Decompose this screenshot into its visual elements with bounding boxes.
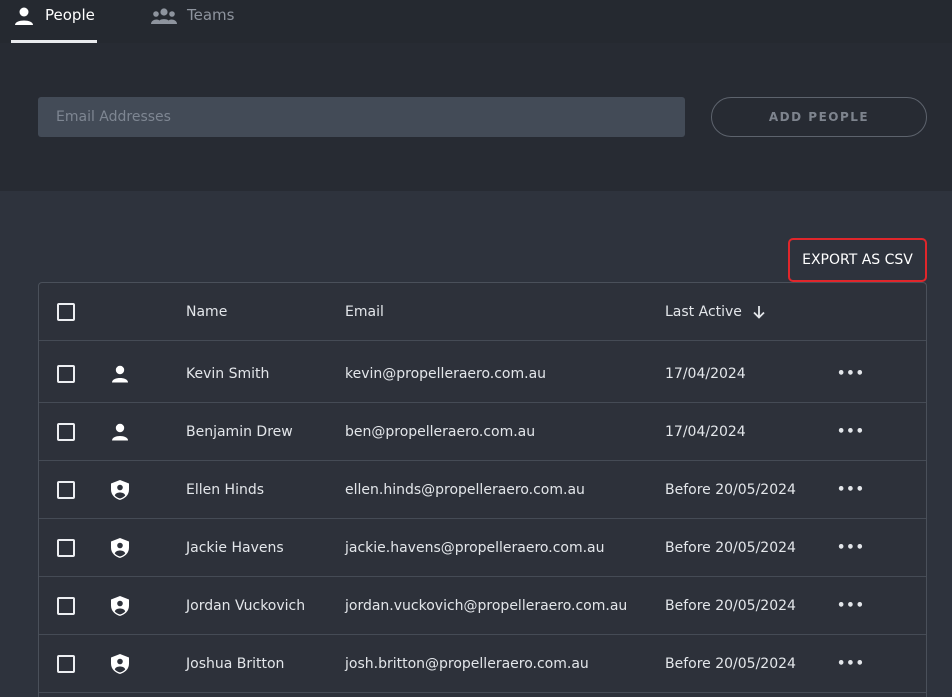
row-checkbox[interactable] (57, 364, 75, 383)
add-people-button[interactable]: ADD PEOPLE (711, 97, 927, 137)
table-row[interactable]: Ellen Hinds ellen.hinds@propelleraero.co… (39, 461, 926, 519)
group-icon (151, 7, 177, 25)
tab-bar: People Teams (0, 0, 952, 43)
shield-user-icon (110, 537, 130, 559)
row-name: Jordan Vuckovich (186, 597, 306, 614)
tab-people-label: People (45, 6, 95, 24)
row-email: kevin@propelleraero.com.au (345, 365, 547, 382)
row-last-active: Before 20/05/2024 (665, 655, 796, 672)
select-all-checkbox[interactable] (57, 302, 75, 321)
row-checkbox[interactable] (57, 538, 75, 557)
add-people-panel: ADD PEOPLE (0, 43, 952, 191)
row-name: Kevin Smith (186, 365, 270, 382)
row-last-active: 17/04/2024 (665, 423, 746, 440)
header-last-active[interactable]: Last Active (665, 304, 742, 320)
row-name: Jackie Havens (186, 539, 284, 556)
table-row[interactable]: Kevin Smith kevin@propelleraero.com.au 1… (39, 345, 926, 403)
person-icon (13, 7, 35, 25)
row-checkbox[interactable] (57, 422, 75, 441)
row-last-active: 17/04/2024 (665, 365, 746, 382)
row-last-active: Before 20/05/2024 (665, 539, 796, 556)
people-table: Name Email Last Active Kevin Smith kevin… (38, 282, 927, 697)
more-options-icon[interactable]: ••• (837, 598, 865, 613)
tab-teams[interactable]: Teams (151, 0, 234, 43)
row-email: ellen.hinds@propelleraero.com.au (345, 481, 585, 498)
tab-people[interactable]: People (11, 0, 97, 43)
row-email: josh.britton@propelleraero.com.au (345, 655, 589, 672)
shield-user-icon (110, 595, 130, 617)
row-checkbox[interactable] (57, 480, 75, 499)
table-row[interactable]: Jordan Vuckovich jordan.vuckovich@propel… (39, 577, 926, 635)
shield-user-icon (110, 653, 130, 675)
row-last-active: Before 20/05/2024 (665, 481, 796, 498)
header-name[interactable]: Name (186, 304, 227, 320)
table-header-row: Name Email Last Active (39, 283, 926, 341)
row-name: Ellen Hinds (186, 481, 265, 498)
row-email: jackie.havens@propelleraero.com.au (345, 539, 605, 556)
person-icon (110, 423, 130, 441)
more-options-icon[interactable]: ••• (837, 366, 865, 381)
more-options-icon[interactable]: ••• (837, 482, 865, 497)
export-csv-button[interactable]: EXPORT AS CSV (788, 238, 927, 282)
row-email: ben@propelleraero.com.au (345, 423, 536, 440)
shield-user-icon (110, 479, 130, 501)
sort-arrow-down-icon[interactable] (751, 304, 767, 320)
table-row[interactable]: Benjamin Drew ben@propelleraero.com.au 1… (39, 403, 926, 461)
row-checkbox[interactable] (57, 596, 75, 615)
row-last-active: Before 20/05/2024 (665, 597, 796, 614)
more-options-icon[interactable]: ••• (837, 656, 865, 671)
row-email: jordan.vuckovich@propelleraero.com.au (345, 597, 628, 614)
email-addresses-input[interactable] (38, 97, 685, 137)
row-checkbox[interactable] (57, 654, 75, 673)
more-options-icon[interactable]: ••• (837, 424, 865, 439)
tab-teams-label: Teams (187, 6, 235, 24)
header-email[interactable]: Email (345, 304, 384, 320)
table-row[interactable]: Jackie Havens jackie.havens@propelleraer… (39, 519, 926, 577)
table-row[interactable]: Joshua Britton josh.britton@propelleraer… (39, 635, 926, 693)
row-name: Joshua Britton (186, 655, 285, 672)
person-icon (110, 365, 130, 383)
more-options-icon[interactable]: ••• (837, 540, 865, 555)
row-name: Benjamin Drew (186, 423, 293, 440)
